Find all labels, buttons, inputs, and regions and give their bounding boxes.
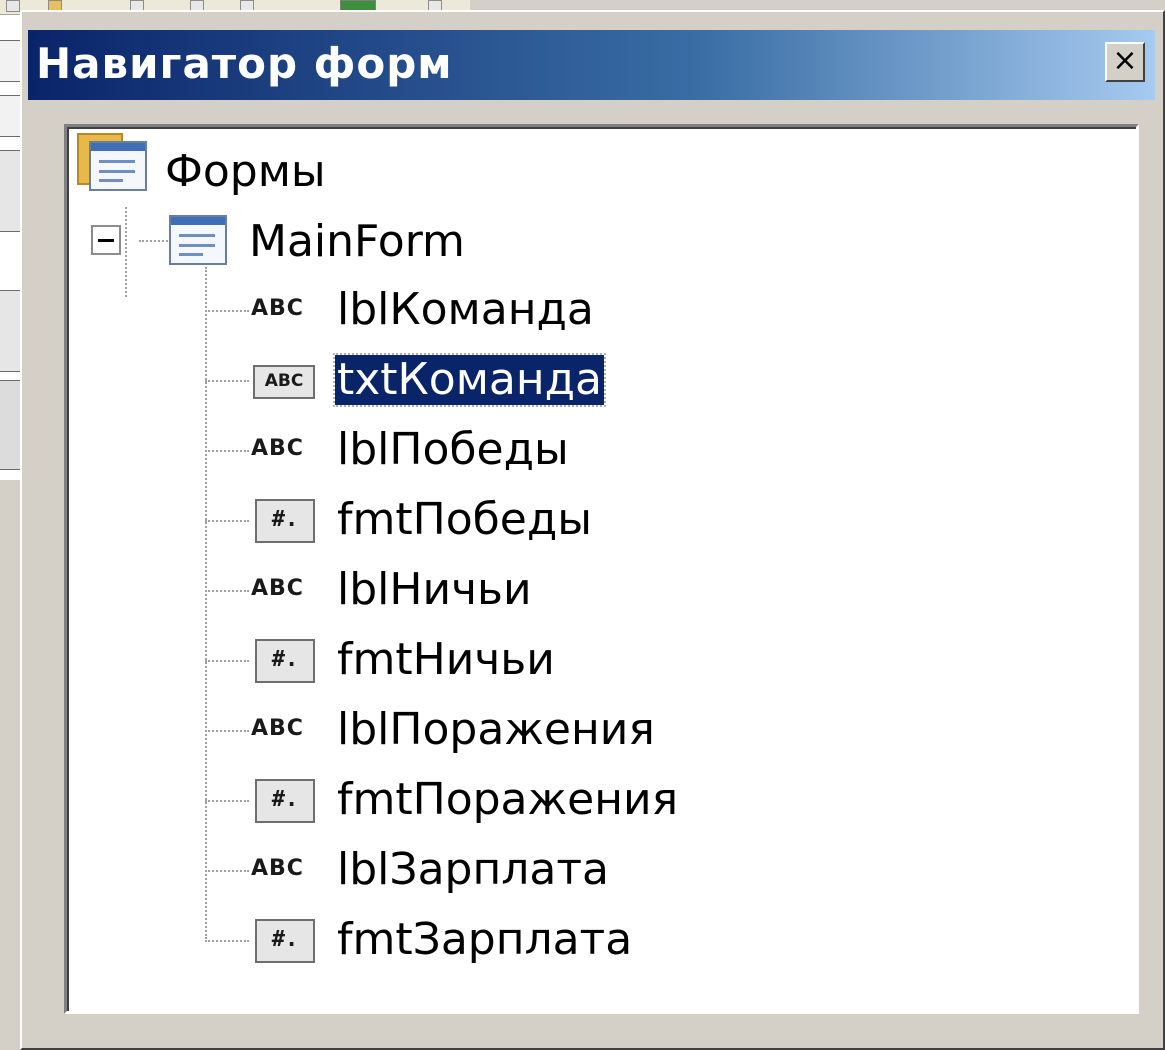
tree-node-label[interactable]: lblЗарплата (335, 845, 611, 895)
tree-connector (205, 660, 249, 662)
label-field-icon: ABC (251, 856, 304, 881)
tree-connector (205, 267, 207, 939)
label-field-icon: ABC (251, 576, 304, 601)
text-box-icon: ABC (253, 365, 315, 399)
minus-icon (98, 239, 114, 242)
background-field (0, 290, 22, 372)
formatted-field-icon: #. (255, 499, 315, 543)
tree-connector (205, 730, 249, 732)
toolbar-button[interactable] (6, 0, 20, 12)
tree-node-label[interactable]: lblПоражения (335, 705, 657, 755)
formatted-field-icon: #. (255, 919, 315, 963)
tree-connector (205, 380, 249, 382)
tree-connector (205, 520, 249, 522)
tree-node-label[interactable]: fmtЗарплата (335, 915, 634, 965)
tree-connector (125, 207, 127, 297)
tree-node-label[interactable]: fmtНичьи (335, 635, 557, 685)
background-field (0, 150, 22, 232)
tree-connector (205, 310, 249, 312)
tree-connector (205, 800, 249, 802)
tree-connector (205, 450, 249, 452)
tree-connector (205, 870, 249, 872)
form-icon (169, 215, 227, 265)
close-icon: × (1112, 43, 1138, 78)
title-bar[interactable]: Навигатор форм × (28, 30, 1155, 100)
label-field-icon: ABC (251, 716, 304, 741)
tree-node-label[interactable]: lblКоманда (335, 285, 596, 335)
formatted-field-icon: #. (255, 779, 315, 823)
tree-node-label[interactable]: Формы (163, 147, 328, 197)
background-field (0, 40, 22, 82)
tree-connector (205, 590, 249, 592)
tree-node-label[interactable]: MainForm (247, 217, 467, 267)
tree-node-label[interactable]: lblНичьи (335, 565, 534, 615)
label-field-icon: ABC (251, 436, 304, 461)
background-field (0, 380, 22, 470)
collapse-toggle[interactable] (91, 225, 121, 255)
form-navigator-dialog: Навигатор форм × Формы MainForm ABC lblК… (20, 10, 1165, 1050)
formatted-field-icon: #. (255, 639, 315, 683)
window-title: Навигатор форм (36, 39, 453, 88)
tree-node-label[interactable]: fmtПоражения (335, 775, 680, 825)
form-sheet (89, 141, 147, 191)
tree-connector (205, 940, 249, 942)
tree-node-label[interactable]: lblПобеды (335, 425, 571, 475)
label-field-icon: ABC (251, 296, 304, 321)
tree-node-label[interactable]: fmtПобеды (335, 495, 594, 545)
background-field (0, 95, 22, 137)
close-button[interactable]: × (1105, 42, 1145, 82)
tree-node-label-selected[interactable]: txtКоманда (332, 353, 607, 407)
form-tree[interactable]: Формы MainForm ABC lblКоманда ABC txtКом… (64, 124, 1139, 1014)
